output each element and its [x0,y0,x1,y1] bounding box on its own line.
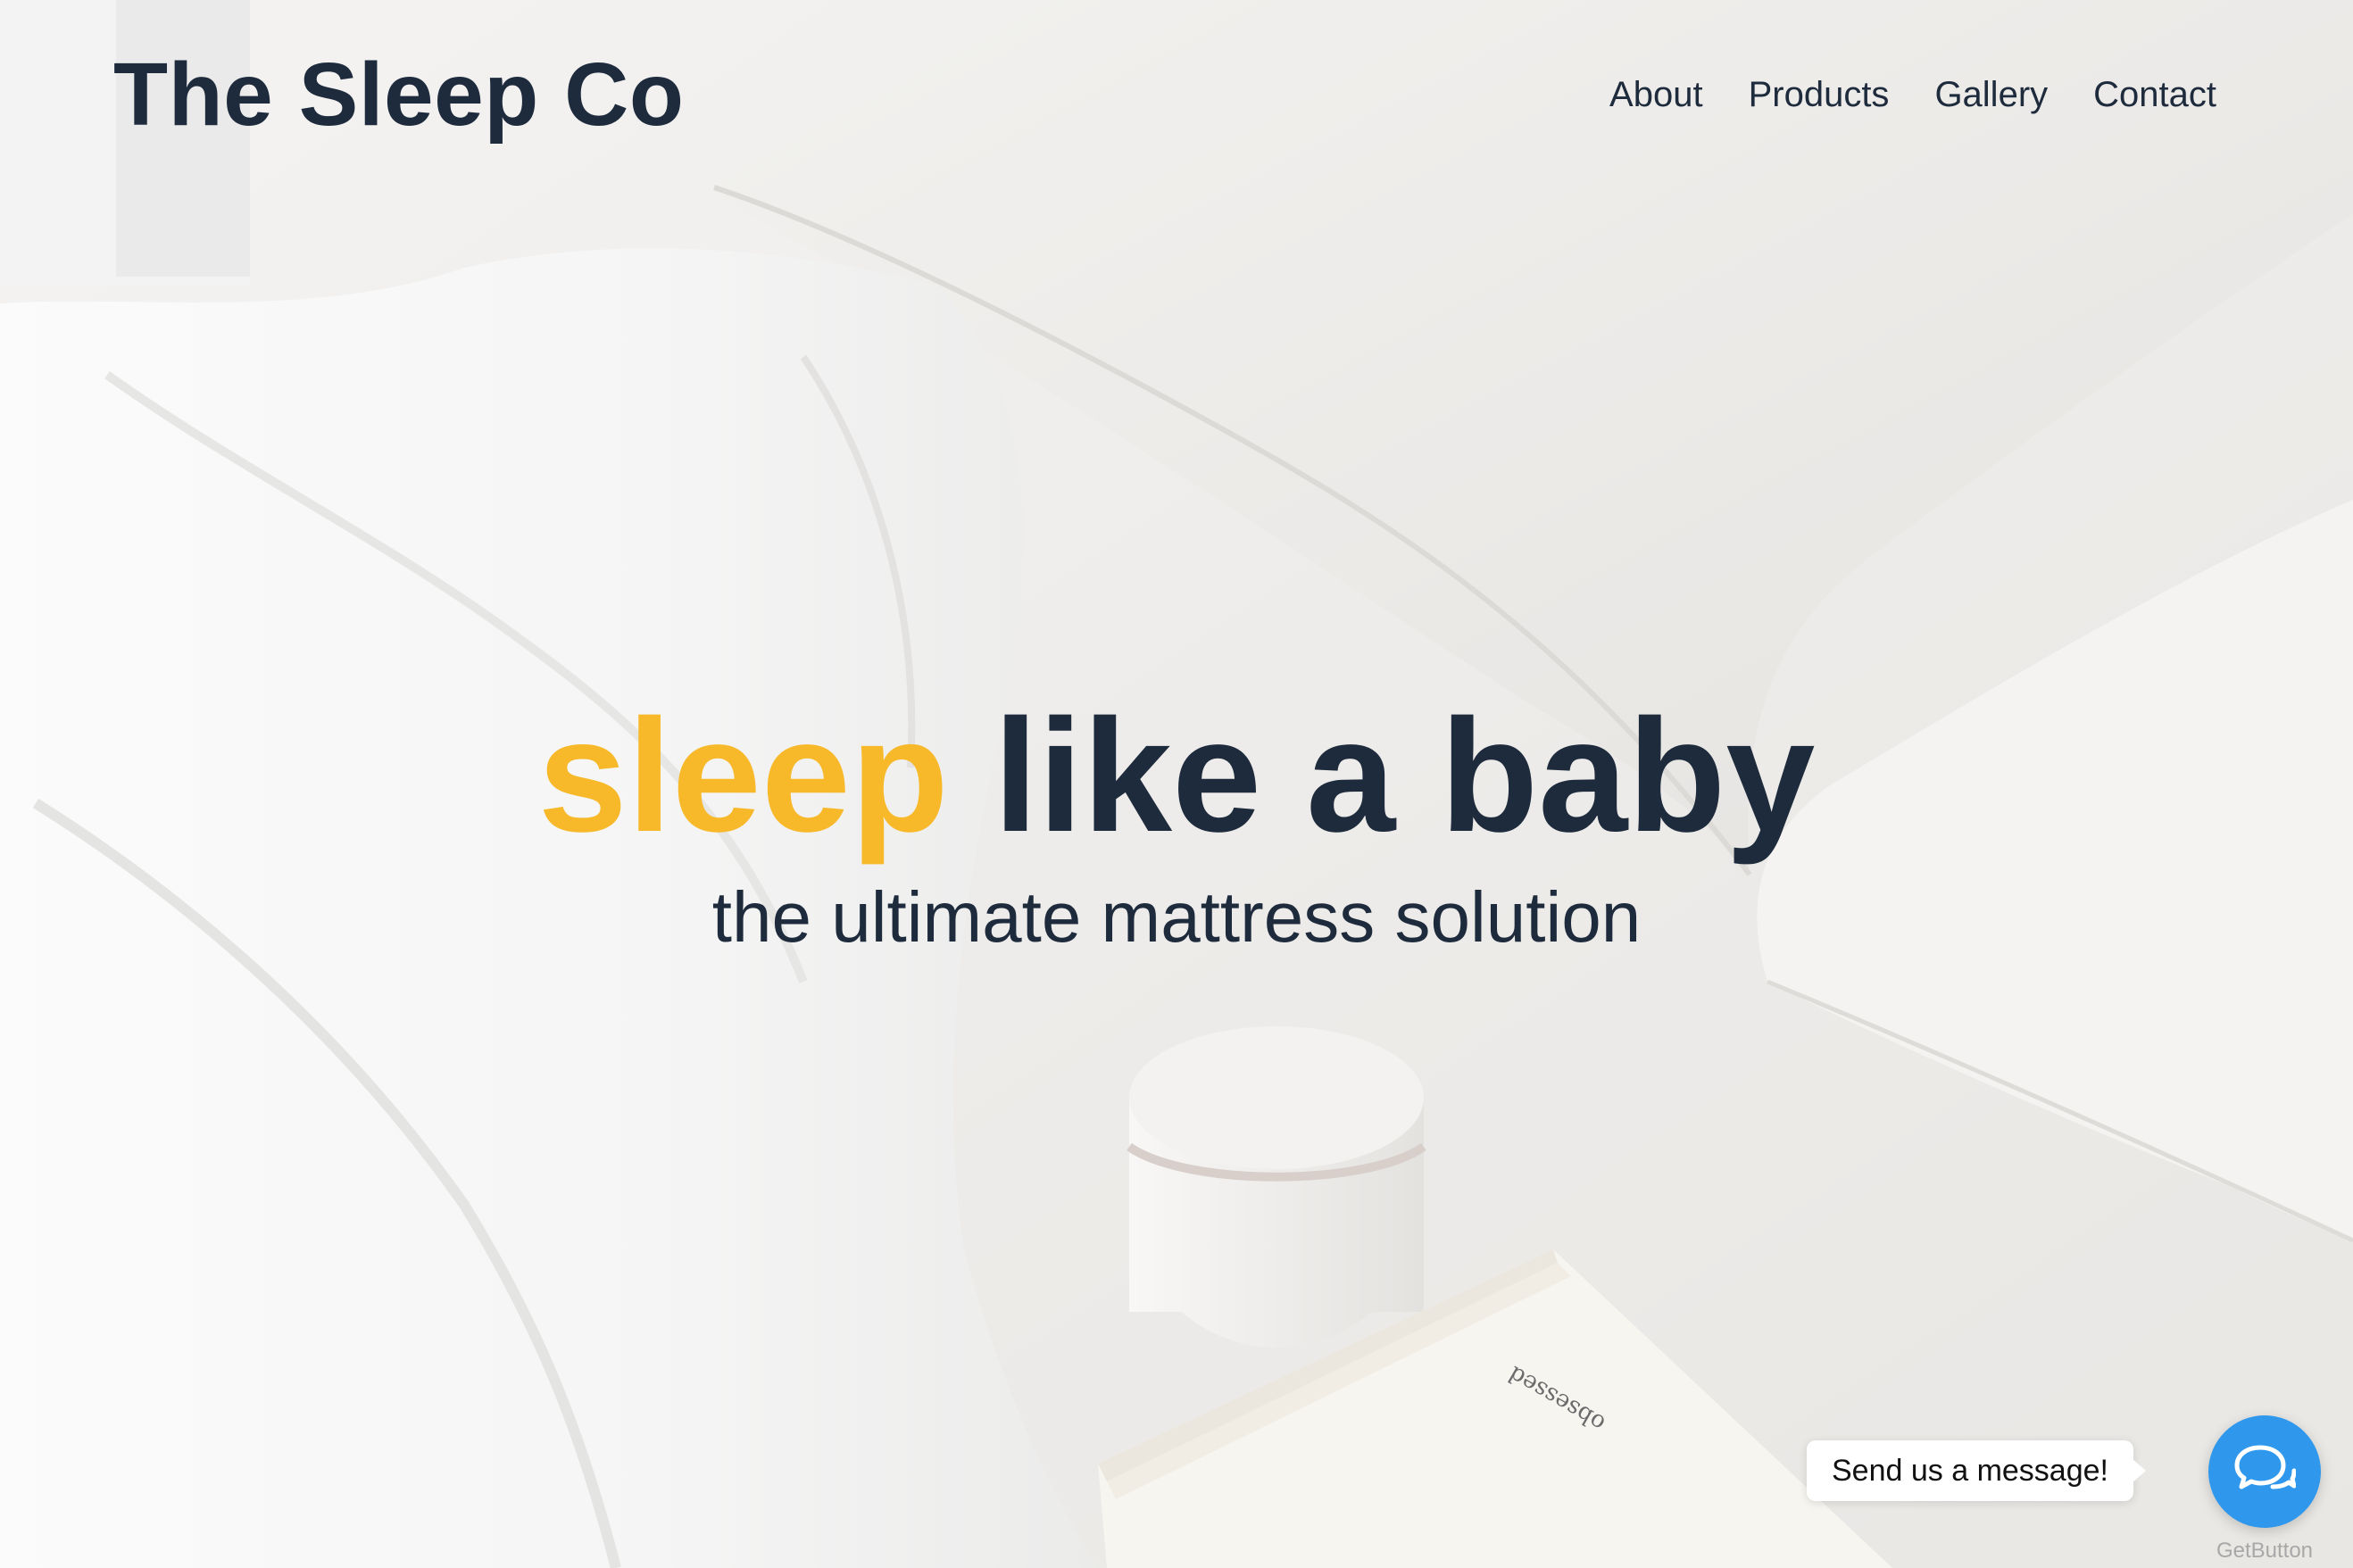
main-nav: About Products Gallery Contact [1609,68,2216,121]
nav-link-about[interactable]: About [1609,68,1703,121]
powered-by-label[interactable]: GetButton [2208,1539,2321,1564]
nav-link-contact[interactable]: Contact [2093,68,2216,121]
chat-message-bubble[interactable]: Send us a message! [1807,1440,2146,1501]
hero-headline-rest: like a baby [948,686,1816,866]
hero-subheadline: the ultimate mattress solution [711,877,1642,957]
brand-logo[interactable]: The Sleep Co [113,43,684,146]
hero-section: sleep like a baby the ultimate mattress … [0,687,2353,962]
chat-bubble-text: Send us a message! [1832,1453,2108,1488]
site-header: The Sleep Co About Products Gallery Cont… [0,0,2353,196]
hero-headline-accent: sleep [537,686,949,866]
chat-bubbles-icon [2233,1442,2297,1502]
nav-link-gallery[interactable]: Gallery [1934,68,2048,121]
chat-open-button[interactable] [2208,1415,2321,1528]
nav-link-products[interactable]: Products [1749,68,1890,121]
hero-headline: sleep like a baby [0,687,2353,866]
